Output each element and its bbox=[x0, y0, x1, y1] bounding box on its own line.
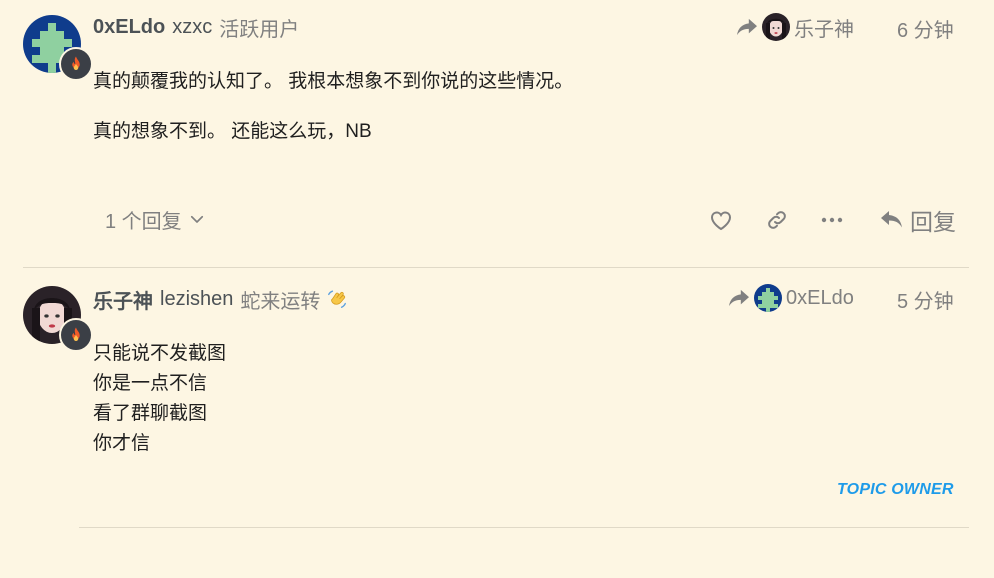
username[interactable]: 0xELdo bbox=[93, 16, 165, 39]
show-replies-button[interactable]: 1 个回复 bbox=[105, 205, 206, 233]
reply-to-tab[interactable]: 乐子神 bbox=[736, 13, 854, 41]
post-meta: 0xELdo xzxc 活跃用户 bbox=[93, 14, 300, 41]
reply-arrow-icon bbox=[881, 211, 902, 228]
post-date[interactable]: 5 分钟 bbox=[897, 285, 954, 314]
reply-to-avatar bbox=[754, 284, 782, 312]
flair-badge bbox=[59, 47, 93, 81]
topic-owner-label: TOPIC OWNER bbox=[837, 481, 954, 498]
pixel-tree-avatar-icon bbox=[754, 284, 782, 312]
reply-to-avatar bbox=[762, 13, 790, 41]
post-0xeldo: 0xELdo xzxc 活跃用户 乐子神 6 分钟 真的颠覆我的认知了。 我根本… bbox=[0, 0, 994, 268]
post-body: 真的颠覆我的认知了。 我根本想象不到你说的这些情况。 真的想象不到。 还能这么玩… bbox=[93, 67, 953, 147]
username[interactable]: 乐子神 bbox=[93, 285, 153, 314]
reply-label: 回复 bbox=[910, 209, 956, 235]
reply-to-name: 0xELdo bbox=[786, 286, 854, 309]
post-line: 你是一点不信 bbox=[93, 373, 208, 394]
post-line: 你才信 bbox=[93, 433, 151, 454]
post-divider bbox=[79, 527, 969, 528]
waving-hand-emoji-icon bbox=[326, 288, 348, 310]
full-name[interactable]: xzxc bbox=[172, 16, 212, 39]
reply-button[interactable]: 回复 bbox=[879, 204, 956, 236]
user-title: 蛇来运转 bbox=[240, 290, 321, 313]
reply-to-name: 乐子神 bbox=[794, 18, 854, 41]
reply-to-tab[interactable]: 0xELdo bbox=[728, 284, 854, 312]
like-button[interactable] bbox=[706, 205, 736, 235]
post-date[interactable]: 6 分钟 bbox=[897, 14, 954, 43]
post-line: 只能说不发截图 bbox=[93, 343, 227, 364]
fire-icon bbox=[72, 327, 80, 341]
more-actions-button[interactable] bbox=[817, 205, 847, 235]
copy-link-button[interactable] bbox=[762, 205, 792, 235]
post-paragraph: 真的想象不到。 还能这么玩，NB bbox=[93, 121, 372, 142]
full-name[interactable]: lezishen bbox=[160, 288, 233, 311]
replies-count-label: 1 个回复 bbox=[105, 210, 182, 233]
post-lezishen: 乐子神 lezishen 蛇来运转 0xELdo 5 分钟 只能说不发截图 你是… bbox=[0, 268, 994, 528]
post-body: 只能说不发截图 你是一点不信 看了群聊截图 你才信 bbox=[93, 339, 953, 459]
heart-icon bbox=[711, 211, 731, 231]
share-arrow-icon bbox=[737, 18, 757, 36]
post-line: 看了群聊截图 bbox=[93, 403, 208, 424]
flair-badge bbox=[59, 318, 93, 352]
post-meta: 乐子神 lezishen 蛇来运转 bbox=[93, 285, 348, 313]
post-paragraph: 真的颠覆我的认知了。 我根本想象不到你说的这些情况。 bbox=[93, 71, 574, 92]
anime-girl-avatar-icon bbox=[762, 13, 790, 41]
share-arrow-icon bbox=[729, 289, 749, 307]
chevron-down-icon bbox=[190, 215, 203, 223]
user-title: 活跃用户 bbox=[219, 18, 300, 41]
link-icon bbox=[768, 211, 786, 229]
fire-icon bbox=[72, 56, 80, 70]
ellipsis-icon bbox=[821, 217, 843, 223]
